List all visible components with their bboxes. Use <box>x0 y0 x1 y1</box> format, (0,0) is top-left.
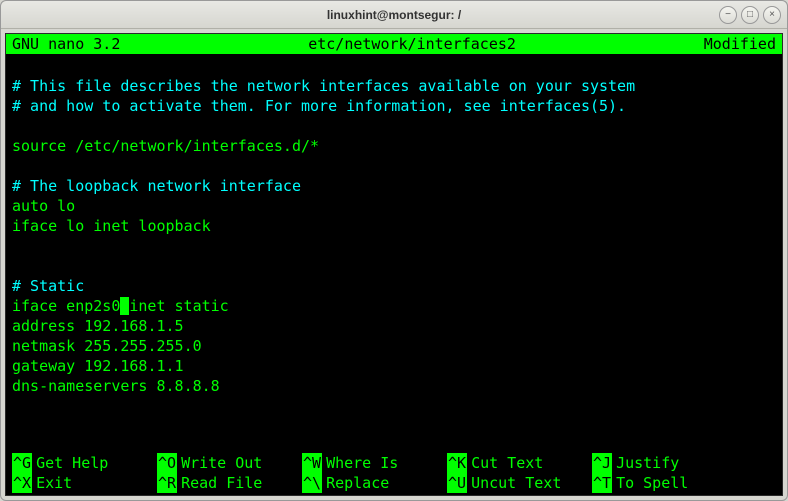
shortcut-write-out[interactable]: ^OWrite Out <box>157 453 302 473</box>
shortcut-cut-text[interactable]: ^KCut Text <box>447 453 592 473</box>
minimize-button[interactable]: − <box>719 6 737 24</box>
comment-line: # and how to activate them. For more inf… <box>12 96 776 116</box>
shortcut-to-spell[interactable]: ^TTo Spell <box>592 473 737 493</box>
config-line: source /etc/network/interfaces.d/* <box>12 136 776 156</box>
nano-filepath: etc/network/interfaces2 <box>120 34 703 54</box>
window-titlebar: linuxhint@montsegur: / − □ × <box>1 1 787 29</box>
config-line: auto lo <box>12 196 776 216</box>
config-line: iface lo inet loopback <box>12 216 776 236</box>
shortcut-uncut-text[interactable]: ^UUncut Text <box>447 473 592 493</box>
shortcut-exit[interactable]: ^XExit <box>12 473 157 493</box>
window-controls: − □ × <box>719 6 781 24</box>
comment-line: # Static <box>12 276 776 296</box>
maximize-button[interactable]: □ <box>741 6 759 24</box>
shortcut-get-help[interactable]: ^GGet Help <box>12 453 157 473</box>
config-line: address 192.168.1.5 <box>12 316 776 336</box>
window-title: linuxhint@montsegur: / <box>327 8 461 22</box>
close-button[interactable]: × <box>763 6 781 24</box>
config-line-cursor: iface enp2s0inet static <box>12 296 776 316</box>
nano-header-bar: GNU nano 3.2 etc/network/interfaces2 Mod… <box>6 34 782 54</box>
config-line: dns-nameservers 8.8.8.8 <box>12 376 776 396</box>
comment-line: # The loopback network interface <box>12 176 776 196</box>
nano-status: Modified <box>704 34 776 54</box>
config-line: netmask 255.255.255.0 <box>12 336 776 356</box>
shortcut-where-is[interactable]: ^WWhere Is <box>302 453 447 473</box>
nano-version: GNU nano 3.2 <box>12 34 120 54</box>
nano-shortcut-bar: ^GGet Help ^OWrite Out ^WWhere Is ^KCut … <box>12 453 776 493</box>
editor-content[interactable]: # This file describes the network interf… <box>6 54 782 396</box>
comment-line: # This file describes the network interf… <box>12 76 776 96</box>
shortcut-justify[interactable]: ^JJustify <box>592 453 737 473</box>
terminal-window: linuxhint@montsegur: / − □ × GNU nano 3.… <box>0 0 788 501</box>
shortcut-read-file[interactable]: ^RRead File <box>157 473 302 493</box>
config-line: gateway 192.168.1.1 <box>12 356 776 376</box>
shortcut-replace[interactable]: ^\Replace <box>302 473 447 493</box>
terminal-area[interactable]: GNU nano 3.2 etc/network/interfaces2 Mod… <box>5 33 783 496</box>
